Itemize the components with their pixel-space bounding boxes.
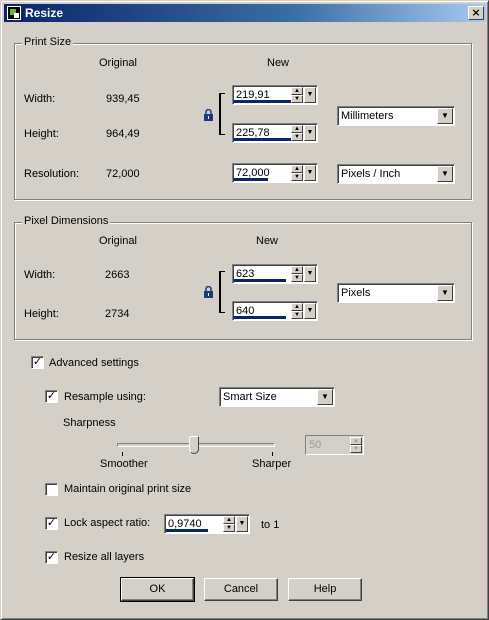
- print-width-label: Width:: [24, 93, 56, 105]
- advanced-settings-checkbox[interactable]: ✓: [31, 356, 44, 369]
- print-link-bracket: [219, 93, 225, 135]
- resample-method-dropdown[interactable]: Smart Size ▼: [219, 387, 335, 407]
- print-width-input[interactable]: 219,91 ▲ ▼ ▼: [232, 85, 318, 105]
- print-units-value: Millimeters: [341, 110, 394, 122]
- title-bar[interactable]: Resize ×: [4, 4, 486, 22]
- resize-all-layers-checkbox[interactable]: ✓: [45, 551, 58, 564]
- resample-label[interactable]: Resample using:: [64, 391, 146, 403]
- pixel-height-input[interactable]: 640 ▲ ▼ ▼: [232, 301, 318, 321]
- chevron-down-icon[interactable]: ▼: [437, 108, 453, 124]
- check-icon: ✓: [46, 390, 57, 402]
- resolution-spinner[interactable]: ▲ ▼: [291, 165, 303, 181]
- help-button[interactable]: Help: [288, 578, 362, 601]
- pixel-width-popup-button[interactable]: ▼: [304, 266, 316, 282]
- print-height-label: Height:: [24, 128, 59, 140]
- lock-icon[interactable]: [203, 109, 214, 121]
- print-width-original: 939,45: [106, 93, 140, 105]
- lock-icon[interactable]: [203, 286, 214, 298]
- sharpness-slider-thumb[interactable]: [189, 436, 199, 454]
- pixel-link-bracket: [219, 271, 225, 313]
- sharpness-value-field[interactable]: 50 ▲ ▼: [305, 435, 364, 455]
- resolution-label: Resolution:: [24, 168, 80, 180]
- maintain-print-size-checkbox[interactable]: [45, 483, 58, 496]
- app-icon: [7, 6, 21, 20]
- resample-method-value: Smart Size: [223, 391, 277, 403]
- sharpness-tick-left: [122, 452, 123, 456]
- aspect-ratio-spinner[interactable]: ▲ ▼: [223, 516, 235, 532]
- pixel-height-label: Height:: [24, 308, 59, 320]
- print-height-spinner[interactable]: ▲ ▼: [291, 125, 303, 141]
- print-width-spinner[interactable]: ▲ ▼: [291, 87, 303, 103]
- cancel-button[interactable]: Cancel: [204, 578, 278, 601]
- print-width-slider-bar[interactable]: [234, 100, 296, 103]
- maintain-print-size-label[interactable]: Maintain original print size: [64, 483, 191, 495]
- sharpness-value: 50: [309, 439, 322, 451]
- pixel-original-header: Original: [99, 235, 137, 247]
- advanced-settings-label[interactable]: Advanced settings: [49, 357, 139, 369]
- print-width-popup-button[interactable]: ▼: [304, 87, 316, 103]
- sharper-label: Sharper: [252, 458, 292, 470]
- chevron-down-icon[interactable]: ▼: [437, 166, 453, 182]
- print-size-label: Print Size: [22, 36, 74, 48]
- pixel-units-dropdown[interactable]: Pixels ▼: [337, 283, 455, 303]
- resolution-input[interactable]: 72,000 ▲ ▼ ▼: [232, 163, 318, 183]
- aspect-ratio-slider-bar[interactable]: [166, 529, 208, 532]
- close-icon: ×: [471, 6, 481, 19]
- resolution-units-dropdown[interactable]: Pixels / Inch ▼: [337, 164, 455, 184]
- print-height-slider-bar[interactable]: [234, 138, 296, 141]
- check-icon: ✓: [46, 517, 57, 529]
- sharpness-spinner[interactable]: ▲ ▼: [350, 437, 362, 453]
- ok-button[interactable]: OK: [120, 577, 195, 602]
- pixel-height-popup-button[interactable]: ▼: [304, 303, 316, 319]
- pixel-new-header: New: [256, 235, 279, 247]
- pixel-dimensions-label: Pixel Dimensions: [22, 215, 111, 227]
- resolution-popup-button[interactable]: ▼: [304, 165, 316, 181]
- pixel-width-spinner[interactable]: ▲ ▼: [291, 266, 303, 282]
- lock-aspect-checkbox[interactable]: ✓: [45, 517, 58, 530]
- print-new-header: New: [267, 57, 290, 69]
- print-original-header: Original: [99, 57, 137, 69]
- to-one-label: to 1: [261, 519, 280, 531]
- resolution-slider-bar[interactable]: [234, 178, 268, 181]
- pixel-width-input[interactable]: 623 ▲ ▼ ▼: [232, 264, 318, 284]
- pixel-units-value: Pixels: [341, 287, 371, 299]
- pixel-height-slider-bar[interactable]: [234, 316, 286, 319]
- aspect-ratio-input[interactable]: 0,9740 ▲ ▼ ▼: [164, 514, 250, 534]
- check-icon: ✓: [32, 356, 43, 368]
- pixel-width-slider-bar[interactable]: [234, 279, 286, 282]
- pixel-width-label: Width:: [24, 269, 56, 281]
- print-height-popup-button[interactable]: ▼: [304, 125, 316, 141]
- print-height-input[interactable]: 225,78 ▲ ▼ ▼: [232, 123, 318, 143]
- pixel-width-original: 2663: [105, 269, 130, 281]
- aspect-ratio-popup-button[interactable]: ▼: [236, 516, 248, 532]
- print-units-dropdown[interactable]: Millimeters ▼: [337, 106, 455, 126]
- chevron-down-icon[interactable]: ▼: [437, 285, 453, 301]
- window-title: Resize: [25, 6, 64, 20]
- close-button[interactable]: ×: [468, 6, 484, 20]
- resize-all-layers-label[interactable]: Resize all layers: [64, 551, 144, 563]
- print-height-original: 964,49: [106, 128, 140, 140]
- pixel-height-original: 2734: [105, 308, 130, 320]
- resize-dialog: Resize × Print Size Original New Width: …: [0, 0, 489, 620]
- check-icon: ✓: [46, 551, 57, 563]
- sharpness-tick-right: [272, 452, 273, 456]
- resolution-units-value: Pixels / Inch: [341, 168, 401, 180]
- chevron-down-icon[interactable]: ▼: [317, 389, 333, 405]
- sharpness-label: Sharpness: [63, 417, 116, 429]
- pixel-height-spinner[interactable]: ▲ ▼: [291, 303, 303, 319]
- smoother-label: Smoother: [100, 458, 148, 470]
- resample-checkbox[interactable]: ✓: [45, 390, 58, 403]
- lock-aspect-label[interactable]: Lock aspect ratio:: [64, 517, 150, 529]
- resolution-original: 72,000: [106, 168, 140, 180]
